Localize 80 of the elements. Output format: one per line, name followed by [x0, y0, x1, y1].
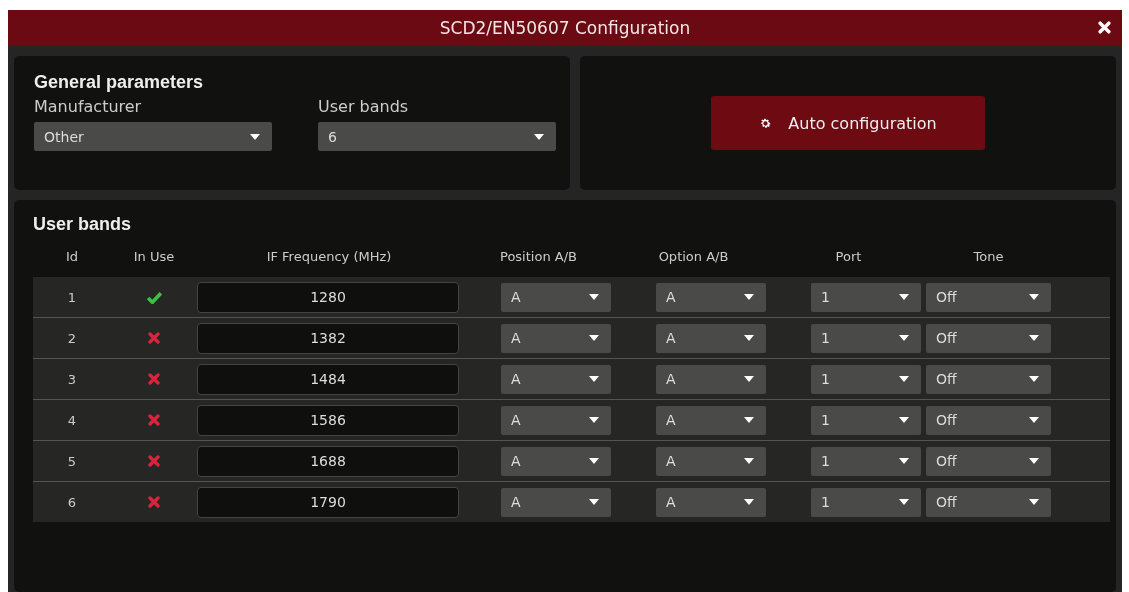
- caret-icon: [534, 133, 544, 140]
- caret-icon: [744, 499, 754, 505]
- column-header: Tone: [973, 248, 1004, 264]
- dropdown[interactable]: 1: [811, 282, 921, 312]
- dropdown[interactable]: Off: [926, 446, 1051, 476]
- column-header: Position A/B: [500, 248, 577, 264]
- gear-icon: [759, 116, 773, 130]
- caret-icon: [589, 499, 599, 505]
- dropdown[interactable]: A: [501, 323, 611, 353]
- dropdown[interactable]: 1: [811, 405, 921, 435]
- dropdown[interactable]: Off: [926, 487, 1051, 517]
- caret-icon: [899, 458, 909, 464]
- frequency-field[interactable]: 1790: [197, 486, 459, 518]
- dropdown[interactable]: Off: [926, 405, 1051, 435]
- frequency-field[interactable]: 1382: [197, 322, 459, 354]
- caret-icon: [899, 499, 909, 505]
- dropdown[interactable]: A: [656, 282, 766, 312]
- caret-icon: [589, 458, 599, 464]
- close-button[interactable]: [1097, 20, 1112, 35]
- column-header: In Use: [133, 248, 175, 264]
- dropdown[interactable]: 1: [811, 446, 921, 476]
- dropdown[interactable]: 1: [811, 323, 921, 353]
- table-cell: 2: [67, 330, 77, 346]
- caret-icon: [1029, 294, 1039, 300]
- caret-icon: [589, 294, 599, 300]
- caret-icon: [250, 133, 260, 140]
- field-label: Manufacturer: [34, 97, 143, 116]
- caret-icon: [744, 417, 754, 423]
- field-label: User bands: [318, 97, 410, 116]
- column-header: Port: [835, 248, 862, 264]
- window-title: SCD2/EN50607 Configuration: [439, 18, 691, 38]
- section-title: General parameters: [34, 72, 205, 93]
- dropdown[interactable]: 1: [811, 364, 921, 394]
- caret-icon: [1029, 417, 1039, 423]
- dropdown[interactable]: Off: [926, 323, 1051, 353]
- dropdown[interactable]: 6: [318, 122, 556, 151]
- caret-icon: [899, 417, 909, 423]
- dropdown[interactable]: 1: [811, 487, 921, 517]
- close-icon: [1098, 21, 1111, 34]
- frequency-field[interactable]: 1280: [197, 281, 459, 313]
- caret-icon: [1029, 458, 1039, 464]
- caret-icon: [589, 417, 599, 423]
- dropdown[interactable]: Off: [926, 364, 1051, 394]
- caret-icon: [899, 376, 909, 382]
- caret-icon: [899, 294, 909, 300]
- frequency-field[interactable]: 1586: [197, 404, 459, 436]
- dropdown[interactable]: A: [501, 487, 611, 517]
- dropdown[interactable]: A: [656, 446, 766, 476]
- table-cell: 3: [67, 371, 77, 387]
- frequency-field[interactable]: 1484: [197, 363, 459, 395]
- dropdown[interactable]: A: [501, 405, 611, 435]
- auto-configuration-button[interactable]: Auto configuration: [711, 96, 985, 150]
- dropdown[interactable]: A: [656, 487, 766, 517]
- caret-icon: [1029, 499, 1039, 505]
- caret-icon: [744, 458, 754, 464]
- caret-icon: [589, 335, 599, 341]
- dropdown[interactable]: A: [501, 446, 611, 476]
- dropdown[interactable]: A: [656, 323, 766, 353]
- table-cell: 6: [67, 494, 77, 510]
- frequency-field[interactable]: 1688: [197, 445, 459, 477]
- caret-icon: [1029, 376, 1039, 382]
- table-cell: 5: [67, 453, 77, 469]
- table-cell: 4: [67, 412, 77, 428]
- section-title: User bands: [33, 214, 133, 235]
- dropdown[interactable]: Off: [926, 282, 1051, 312]
- caret-icon: [899, 335, 909, 341]
- column-header: Option A/B: [658, 248, 729, 264]
- dropdown[interactable]: A: [501, 282, 611, 312]
- dropdown[interactable]: A: [501, 364, 611, 394]
- column-header: Id: [65, 248, 79, 264]
- caret-icon: [744, 376, 754, 382]
- caret-icon: [744, 294, 754, 300]
- caret-icon: [589, 376, 599, 382]
- dropdown[interactable]: A: [656, 364, 766, 394]
- column-header: IF Frequency (MHz): [266, 248, 392, 264]
- dropdown[interactable]: A: [656, 405, 766, 435]
- caret-icon: [1029, 335, 1039, 341]
- caret-icon: [744, 335, 754, 341]
- dropdown[interactable]: Other: [34, 122, 272, 151]
- table-cell: 1: [67, 289, 77, 305]
